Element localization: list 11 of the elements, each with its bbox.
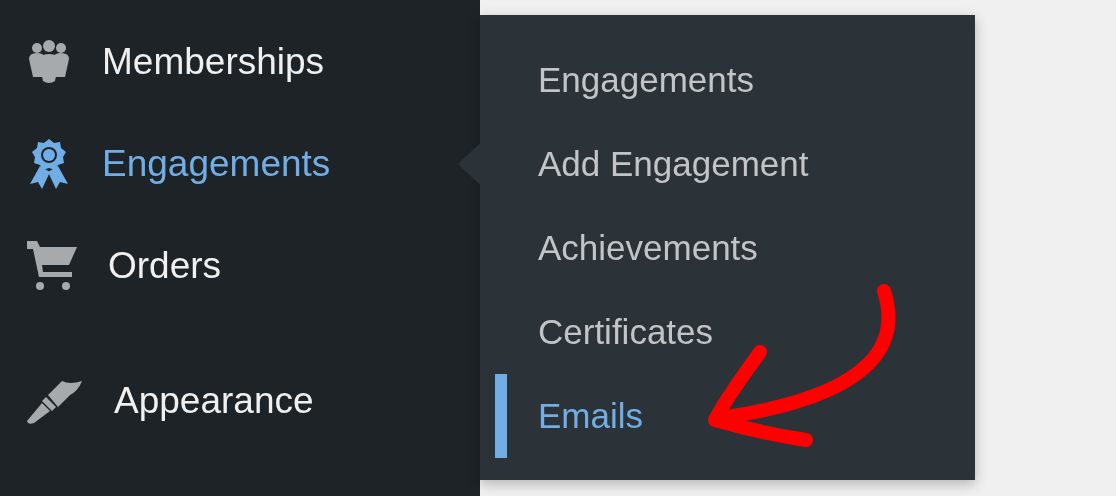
menu-item[interactable]: Engagements <box>0 113 480 215</box>
submenu-item[interactable]: Certificates <box>538 305 714 359</box>
menu-item[interactable]: Memberships <box>0 11 480 113</box>
menu-item[interactable]: Orders <box>0 215 480 317</box>
submenu-item[interactable]: Engagements <box>538 53 754 107</box>
submenu-item[interactable]: Achievements <box>538 221 758 275</box>
submenu-item[interactable]: Emails <box>538 389 644 443</box>
menu-item[interactable]: Appearance <box>0 350 480 452</box>
cart-icon <box>26 240 78 292</box>
people-icon <box>26 39 72 85</box>
submenu-item[interactable]: Add Engagement <box>538 137 809 191</box>
